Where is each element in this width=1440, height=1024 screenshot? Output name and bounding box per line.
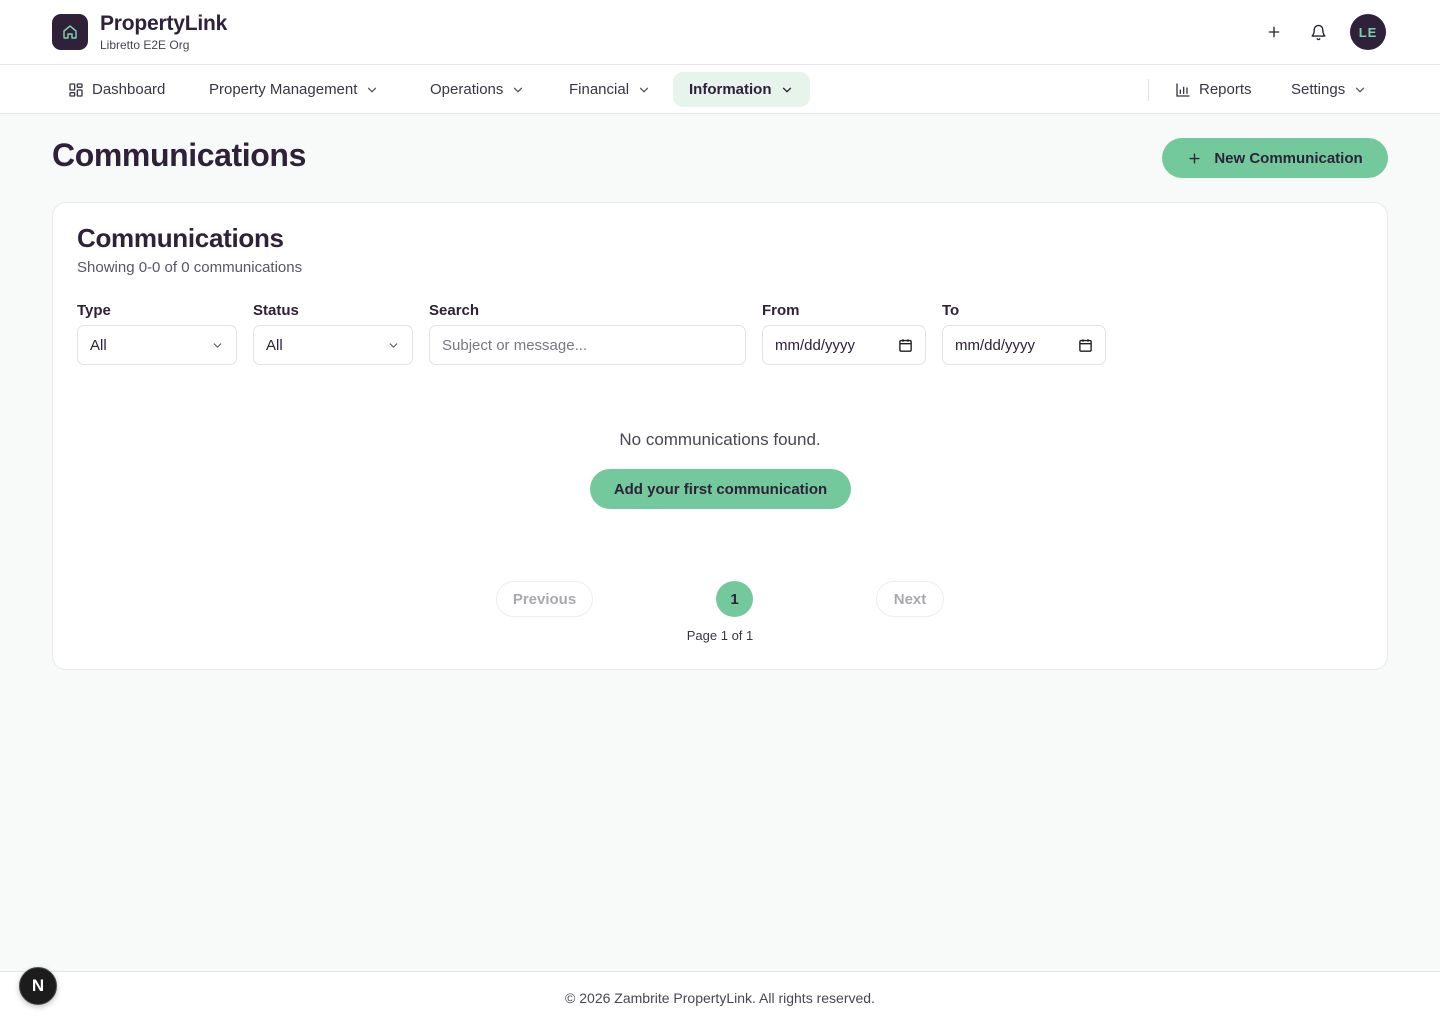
nav-divider — [1148, 79, 1149, 101]
chevron-down-icon — [389, 342, 398, 348]
home-icon — [63, 25, 77, 39]
footer: © 2026 Zambrite PropertyLink. All rights… — [0, 971, 1440, 1024]
user-avatar[interactable]: LE — [1350, 14, 1386, 50]
status-label: Status — [253, 302, 299, 319]
chevron-down-icon — [1353, 83, 1367, 97]
nav-information-label: Information — [689, 81, 772, 98]
nav-financial-label: Financial — [569, 81, 630, 98]
app-name[interactable]: PropertyLink — [100, 12, 227, 36]
empty-state-message: No communications found. — [619, 430, 821, 449]
calendar-icon[interactable] — [1078, 338, 1093, 353]
nav-financial[interactable]: Financial — [553, 72, 667, 107]
nav-information[interactable]: Information — [673, 72, 810, 107]
dashboard-grid-icon — [69, 82, 83, 97]
nav-reports-label: Reports — [1199, 81, 1252, 98]
status-select-value: All — [266, 336, 283, 354]
new-communication-button[interactable]: New Communication — [1162, 138, 1388, 178]
from-label: From — [762, 302, 800, 319]
chevron-down-icon — [511, 83, 525, 97]
bell-icon — [1310, 24, 1326, 40]
org-name: Libretto E2E Org — [100, 38, 190, 52]
nav-settings[interactable]: Settings — [1275, 72, 1383, 107]
top-header: PropertyLink Libretto E2E Org LE — [0, 0, 1440, 65]
type-select-value: All — [90, 336, 107, 354]
dev-tools-badge[interactable]: N — [19, 967, 57, 1005]
quick-add-button[interactable] — [1258, 16, 1290, 48]
to-date-value: mm/dd/yyyy — [955, 336, 1036, 354]
nav-dashboard-label: Dashboard — [92, 81, 166, 98]
calendar-icon[interactable] — [898, 338, 913, 353]
notifications-button[interactable] — [1302, 16, 1334, 48]
status-select[interactable]: All — [253, 325, 413, 365]
badge-letter: N — [31, 976, 45, 995]
nav-property-management[interactable]: Property Management — [193, 72, 395, 107]
chevron-down-icon — [780, 83, 794, 97]
nav-reports[interactable]: Reports — [1159, 72, 1268, 107]
main-nav: Dashboard Property Management Operations… — [0, 65, 1440, 114]
search-placeholder: Subject or message... — [442, 336, 588, 354]
page-indicator: Page 1 of 1 — [686, 628, 754, 643]
to-date-input[interactable]: mm/dd/yyyy — [942, 325, 1106, 365]
nav-operations-label: Operations — [430, 81, 504, 98]
bar-chart-icon — [1176, 82, 1190, 97]
plus-icon — [1189, 152, 1200, 164]
search-label: Search — [429, 302, 480, 319]
page-title: Communications — [52, 137, 306, 173]
search-input[interactable]: Subject or message... — [429, 325, 746, 365]
next-page-button[interactable]: Next — [876, 581, 944, 617]
plus-icon — [1268, 26, 1280, 38]
type-label: Type — [77, 302, 111, 319]
new-communication-label: New Communication — [1214, 149, 1363, 167]
nav-dashboard[interactable]: Dashboard — [52, 72, 181, 107]
nav-settings-label: Settings — [1291, 81, 1346, 98]
nav-property-management-label: Property Management — [209, 81, 358, 98]
page-number-button[interactable]: 1 — [716, 581, 753, 617]
nav-operations[interactable]: Operations — [414, 72, 541, 107]
to-label: To — [942, 302, 960, 319]
from-date-input[interactable]: mm/dd/yyyy — [762, 325, 926, 365]
chevron-down-icon — [637, 83, 651, 97]
chevron-down-icon — [365, 83, 379, 97]
chevron-down-icon — [213, 342, 222, 348]
type-select[interactable]: All — [77, 325, 237, 365]
brand-logo[interactable] — [52, 14, 88, 50]
card-title: Communications — [77, 223, 284, 253]
from-date-value: mm/dd/yyyy — [775, 336, 856, 354]
communications-card: Communications Showing 0-0 of 0 communic… — [52, 202, 1388, 670]
results-summary: Showing 0-0 of 0 communications — [77, 259, 303, 276]
add-first-communication-button[interactable]: Add your first communication — [590, 469, 851, 509]
copyright-text: © 2026 Zambrite PropertyLink. All rights… — [565, 990, 875, 1006]
previous-page-button[interactable]: Previous — [496, 581, 593, 617]
